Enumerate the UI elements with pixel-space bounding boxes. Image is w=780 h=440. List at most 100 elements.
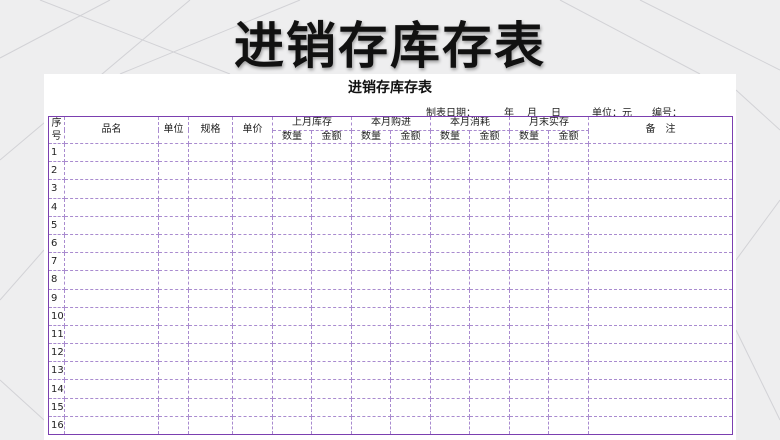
table-cell[interactable] — [588, 397, 733, 417]
table-cell[interactable] — [390, 252, 431, 272]
table-cell[interactable] — [390, 179, 431, 199]
table-cell[interactable] — [64, 233, 159, 254]
table-cell[interactable] — [188, 161, 233, 181]
table-cell[interactable] — [272, 197, 312, 217]
table-cell[interactable] — [272, 233, 312, 254]
table-cell[interactable] — [188, 379, 233, 399]
table-cell[interactable] — [430, 306, 470, 326]
table-cell[interactable] — [272, 379, 312, 399]
table-cell[interactable] — [548, 343, 589, 363]
table-cell[interactable] — [548, 397, 589, 417]
table-cell[interactable] — [469, 142, 510, 163]
table-cell[interactable] — [311, 415, 352, 436]
table-cell[interactable] — [272, 270, 312, 290]
table-cell[interactable] — [272, 343, 312, 363]
table-cell[interactable] — [351, 142, 391, 163]
table-cell[interactable] — [232, 288, 273, 308]
table-cell[interactable] — [188, 306, 233, 326]
table-cell[interactable] — [548, 306, 589, 326]
table-cell[interactable] — [588, 288, 733, 308]
table-cell[interactable] — [158, 252, 189, 272]
table-cell[interactable] — [588, 161, 733, 181]
table-cell[interactable] — [548, 142, 589, 163]
table-cell[interactable] — [469, 270, 510, 290]
table-cell[interactable] — [430, 361, 470, 381]
table-cell[interactable] — [188, 142, 233, 163]
table-cell[interactable] — [158, 288, 189, 308]
table-cell[interactable] — [64, 142, 159, 163]
table-cell[interactable] — [430, 252, 470, 272]
table-cell[interactable] — [232, 343, 273, 363]
table-cell[interactable] — [232, 252, 273, 272]
table-cell[interactable] — [64, 288, 159, 308]
table-cell[interactable] — [311, 179, 352, 199]
table-cell[interactable] — [311, 397, 352, 417]
table-cell[interactable] — [64, 397, 159, 417]
table-cell[interactable] — [390, 270, 431, 290]
table-cell[interactable] — [188, 252, 233, 272]
table-cell[interactable] — [158, 270, 189, 290]
table-cell[interactable] — [390, 233, 431, 254]
table-cell[interactable] — [509, 233, 549, 254]
table-cell[interactable] — [390, 306, 431, 326]
table-cell[interactable] — [430, 179, 470, 199]
table-cell[interactable] — [548, 233, 589, 254]
table-cell[interactable] — [390, 161, 431, 181]
table-cell[interactable] — [430, 379, 470, 399]
table-cell[interactable] — [232, 415, 273, 436]
table-cell[interactable] — [158, 415, 189, 436]
table-cell[interactable] — [469, 306, 510, 326]
table-cell[interactable] — [272, 161, 312, 181]
table-cell[interactable] — [588, 343, 733, 363]
table-cell[interactable] — [311, 252, 352, 272]
table-cell[interactable] — [158, 161, 189, 181]
table-cell[interactable] — [188, 361, 233, 381]
table-cell[interactable] — [232, 306, 273, 326]
table-cell[interactable] — [188, 197, 233, 217]
table-cell[interactable] — [188, 179, 233, 199]
table-cell[interactable] — [588, 379, 733, 399]
table-cell[interactable] — [390, 215, 431, 235]
table-cell[interactable] — [548, 379, 589, 399]
table-cell[interactable] — [272, 324, 312, 345]
table-cell[interactable] — [390, 361, 431, 381]
table-cell[interactable] — [390, 343, 431, 363]
table-cell[interactable] — [351, 197, 391, 217]
table-cell[interactable] — [469, 233, 510, 254]
table-cell[interactable] — [588, 197, 733, 217]
table-cell[interactable] — [390, 397, 431, 417]
table-cell[interactable] — [469, 343, 510, 363]
table-cell[interactable] — [64, 361, 159, 381]
table-cell[interactable] — [232, 397, 273, 417]
table-cell[interactable] — [509, 197, 549, 217]
table-cell[interactable] — [311, 379, 352, 399]
table-cell[interactable] — [158, 215, 189, 235]
table-cell[interactable] — [188, 288, 233, 308]
table-cell[interactable] — [64, 215, 159, 235]
table-cell[interactable] — [588, 306, 733, 326]
table-cell[interactable] — [588, 415, 733, 436]
table-cell[interactable] — [390, 197, 431, 217]
table-cell[interactable] — [188, 270, 233, 290]
table-cell[interactable] — [430, 324, 470, 345]
table-cell[interactable] — [509, 288, 549, 308]
table-cell[interactable] — [158, 379, 189, 399]
table-cell[interactable] — [351, 288, 391, 308]
table-cell[interactable] — [509, 161, 549, 181]
table-cell[interactable] — [548, 288, 589, 308]
table-cell[interactable] — [311, 197, 352, 217]
table-cell[interactable] — [430, 142, 470, 163]
table-cell[interactable] — [548, 252, 589, 272]
table-cell[interactable] — [158, 233, 189, 254]
table-cell[interactable] — [509, 415, 549, 436]
table-cell[interactable] — [351, 161, 391, 181]
table-cell[interactable] — [232, 233, 273, 254]
table-cell[interactable] — [158, 361, 189, 381]
table-cell[interactable] — [158, 343, 189, 363]
table-cell[interactable] — [64, 197, 159, 217]
table-cell[interactable] — [188, 343, 233, 363]
table-cell[interactable] — [311, 161, 352, 181]
table-cell[interactable] — [548, 361, 589, 381]
table-cell[interactable] — [272, 306, 312, 326]
table-cell[interactable] — [509, 343, 549, 363]
